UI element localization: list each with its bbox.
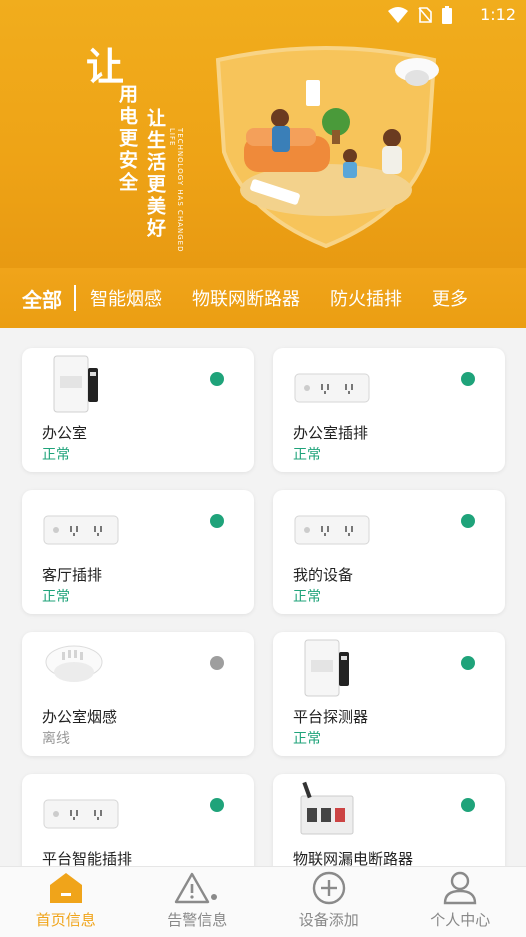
bottom-nav: 首页信息 告警信息 设备添加 个人中心 — [0, 866, 526, 937]
device-grid: 办公室正常办公室插排正常客厅插排正常我的设备正常办公室烟感离线平台探测器正常平台… — [0, 328, 526, 866]
smoke-detector-illustration — [392, 52, 442, 92]
device-card[interactable]: 办公室烟感离线 — [22, 632, 254, 756]
device-card[interactable]: 物联网漏电断路器 — [273, 774, 505, 866]
nav-alerts-label: 告警信息 — [167, 909, 227, 930]
nav-add-device-label: 设备添加 — [299, 909, 359, 930]
banner-slogan-line2: 让生活更美好 — [142, 108, 169, 240]
power-strip-image — [40, 496, 124, 556]
device-name: 办公室 — [42, 422, 87, 443]
leakage-breaker-image — [291, 780, 375, 840]
device-name: 办公室烟感 — [42, 706, 117, 727]
online-indicator — [461, 798, 475, 812]
device-status: 正常 — [42, 586, 70, 606]
power-strip-image — [40, 780, 124, 840]
banner-slogan-en: TECHNOLOGY HAS CHANGED LIFE — [168, 128, 184, 268]
home-icon — [47, 871, 85, 905]
device-name: 客厅插排 — [42, 564, 102, 585]
device-card[interactable]: 我的设备正常 — [273, 490, 505, 614]
user-icon — [442, 871, 478, 905]
tab-smart-smoke[interactable]: 智能烟感 — [90, 285, 162, 311]
nav-home[interactable]: 首页信息 — [0, 867, 132, 937]
device-status: 离线 — [42, 728, 70, 748]
online-indicator — [210, 514, 224, 528]
online-indicator — [210, 798, 224, 812]
nav-alerts[interactable]: 告警信息 — [132, 867, 264, 937]
category-tabs: 全部 智能烟感 物联网断路器 防火插排 更多 — [0, 268, 526, 328]
device-name: 平台探测器 — [293, 706, 368, 727]
nav-profile-label: 个人中心 — [430, 909, 490, 930]
breaker-image — [40, 354, 124, 414]
online-indicator — [461, 372, 475, 386]
banner-slogan-main: 让 — [86, 36, 124, 91]
tab-divider — [74, 285, 76, 311]
online-indicator — [461, 656, 475, 670]
nav-add-device[interactable]: 设备添加 — [263, 867, 395, 937]
nav-profile[interactable]: 个人中心 — [395, 867, 526, 937]
device-status: 正常 — [42, 444, 70, 464]
power-strip-image — [291, 354, 375, 414]
device-card[interactable]: 客厅插排正常 — [22, 490, 254, 614]
device-name: 物联网漏电断路器 — [293, 848, 413, 866]
no-sim-icon — [418, 7, 432, 23]
device-status: 正常 — [293, 586, 321, 606]
device-status: 正常 — [293, 728, 321, 748]
device-card[interactable]: 办公室正常 — [22, 348, 254, 472]
online-indicator — [210, 656, 224, 670]
alert-icon — [174, 871, 220, 905]
online-indicator — [461, 514, 475, 528]
device-status: 正常 — [293, 444, 321, 464]
device-card[interactable]: 平台探测器正常 — [273, 632, 505, 756]
power-strip-image — [291, 496, 375, 556]
tab-iot-breaker[interactable]: 物联网断路器 — [192, 285, 300, 311]
banner-slogan-line1: 用电更安全 — [114, 84, 141, 194]
promo-banner[interactable]: 让 用电更安全 让生活更美好 TECHNOLOGY HAS CHANGED LI… — [0, 0, 526, 268]
tab-more[interactable]: 更多 — [432, 285, 468, 311]
smoke-detector-image — [40, 638, 124, 698]
device-card[interactable]: 平台智能插排 — [22, 774, 254, 866]
online-indicator — [210, 372, 224, 386]
tab-all[interactable]: 全部 — [22, 284, 62, 313]
device-name: 办公室插排 — [293, 422, 368, 443]
add-circle-icon — [311, 871, 347, 905]
tab-fire-strip[interactable]: 防火插排 — [330, 285, 402, 311]
device-name: 我的设备 — [293, 564, 353, 585]
breaker-image — [291, 638, 375, 698]
status-bar: 1:12 — [0, 0, 526, 30]
nav-home-label: 首页信息 — [36, 909, 96, 930]
device-card[interactable]: 办公室插排正常 — [273, 348, 505, 472]
device-name: 平台智能插排 — [42, 848, 132, 866]
battery-icon — [442, 6, 452, 24]
wifi-icon — [388, 7, 408, 23]
status-time: 1:12 — [480, 5, 516, 24]
